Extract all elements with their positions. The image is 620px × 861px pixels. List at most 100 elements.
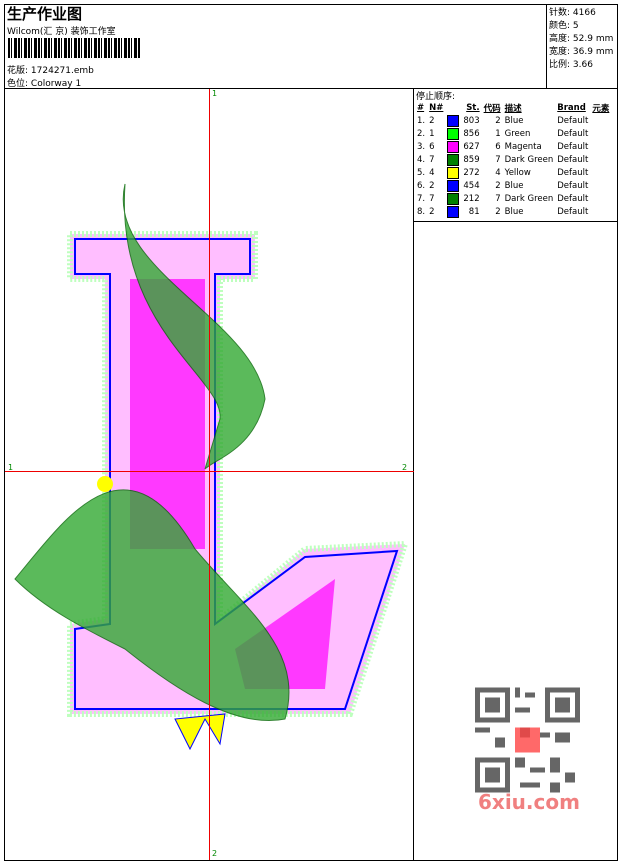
- needle-number: 2: [429, 180, 435, 191]
- color-description: Green: [504, 128, 531, 139]
- row-index: 8.: [417, 206, 426, 217]
- horizontal-center-line: [5, 471, 414, 472]
- table-row: 7. 7 212 7 Dark Green Default: [415, 192, 611, 205]
- brand: Default: [557, 193, 589, 204]
- column-header: N#: [429, 102, 444, 113]
- production-worksheet: 生产作业图 Wilcom(汇 京) 装饰工作室 花版: 1724271.emb …: [0, 0, 620, 861]
- color-code: 7: [495, 154, 501, 165]
- brand: Default: [557, 154, 589, 165]
- color-swatch: [447, 114, 460, 127]
- brand: Default: [557, 141, 589, 152]
- row-index: 2.: [417, 128, 426, 139]
- letter-l-design: [14, 183, 410, 751]
- needle-number: 2: [429, 206, 435, 217]
- column-header: [445, 101, 461, 114]
- stat-row: 针数: 4166: [549, 5, 596, 18]
- vertical-center-line: [209, 89, 210, 860]
- color-description: Blue: [504, 180, 524, 191]
- design-label: 花版:: [7, 66, 29, 76]
- needle-number: 7: [429, 193, 435, 204]
- stat-value: 4166: [572, 8, 596, 18]
- stitch-count: 272: [463, 167, 480, 178]
- needle-number: 4: [429, 167, 435, 178]
- page-title: 生产作业图: [7, 5, 83, 23]
- column-header: 元素: [592, 103, 610, 114]
- qr-code: [470, 680, 585, 800]
- stitch-count: 212: [463, 193, 480, 204]
- color-code: 7: [495, 193, 501, 204]
- column-header: St.: [466, 102, 480, 113]
- color-code: 6: [495, 141, 501, 152]
- stitch-count: 81: [468, 206, 480, 217]
- stat-label: 宽度:: [549, 47, 571, 57]
- needle-number: 7: [429, 154, 435, 165]
- watermark-logo: 6xiu.com: [478, 790, 580, 814]
- column-header: Brand: [557, 102, 586, 113]
- column-header: 代码: [483, 103, 501, 114]
- color-description: Dark Green: [504, 154, 554, 165]
- table-row: 3. 6 627 6 Magenta Default: [415, 140, 611, 153]
- barcode: [8, 38, 140, 58]
- color-swatch: [447, 140, 460, 153]
- stat-value: 36.9 mm: [572, 47, 614, 57]
- row-index: 5.: [417, 167, 426, 178]
- stitch-count: 454: [463, 180, 480, 191]
- brand: Default: [557, 206, 589, 217]
- stat-label: 高度:: [549, 34, 571, 44]
- column-header: #: [417, 102, 425, 113]
- color-description: Yellow: [504, 167, 531, 178]
- row-index: 3.: [417, 141, 426, 152]
- row-index: 4.: [417, 154, 426, 165]
- stat-label: 比例:: [549, 60, 571, 70]
- row-index: 7.: [417, 193, 426, 204]
- needle-number: 1: [429, 128, 435, 139]
- axis-top-label: 1: [212, 89, 218, 98]
- needle-number: 2: [429, 115, 435, 126]
- color-code: 1: [495, 128, 501, 139]
- color-code: 2: [495, 115, 501, 126]
- stop-sequence-table: # N# St. 代码 描述 Brand 元素 1. 2 803 2 Blue Defaul…: [415, 101, 611, 218]
- stat-value: 5: [572, 21, 579, 31]
- table-row: 2. 1 856 1 Green Default: [415, 127, 611, 140]
- brand: Default: [557, 128, 589, 139]
- colorway-value: Colorway 1: [30, 79, 82, 89]
- stat-label: 颜色:: [549, 21, 571, 31]
- color-swatch: [447, 127, 460, 140]
- stat-value: 3.66: [572, 60, 593, 70]
- column-header: 描述: [504, 103, 522, 114]
- stat-row: 颜色: 5: [549, 18, 579, 31]
- color-description: Dark Green: [504, 193, 554, 204]
- color-description: Magenta: [504, 141, 542, 152]
- design-file: 1724271.emb: [30, 66, 94, 76]
- color-code: 2: [495, 206, 501, 217]
- color-code: 2: [495, 180, 501, 191]
- stat-row: 比例: 3.66: [549, 57, 593, 70]
- stat-row: 宽度: 36.9 mm: [549, 44, 613, 57]
- brand: Default: [557, 115, 589, 126]
- stitch-count: 627: [463, 141, 480, 152]
- stat-row: 高度: 52.9 mm: [549, 31, 613, 44]
- table-row: 5. 4 272 4 Yellow Default: [415, 166, 611, 179]
- needle-number: 6: [429, 141, 435, 152]
- stat-value: 52.9 mm: [572, 34, 614, 44]
- color-swatch: [447, 153, 460, 166]
- brand: Default: [557, 180, 589, 191]
- table-row: 6. 2 454 2 Blue Default: [415, 179, 611, 192]
- stitch-count: 803: [463, 115, 480, 126]
- stitch-count: 859: [463, 154, 480, 165]
- yellow-accent: [174, 713, 226, 751]
- colorway-label: 色位:: [7, 79, 29, 89]
- stitch-count: 856: [463, 128, 480, 139]
- table-row: 8. 2 81 2 Blue Default: [415, 205, 611, 218]
- row-index: 1.: [417, 115, 426, 126]
- axis-left-label: 1: [8, 463, 14, 472]
- color-description: Blue: [504, 115, 524, 126]
- color-swatch: [447, 192, 460, 205]
- color-swatch: [447, 166, 460, 179]
- table-row: 4. 7 859 7 Dark Green Default: [415, 153, 611, 166]
- table-row: 1. 2 803 2 Blue Default: [415, 114, 611, 127]
- company-name: Wilcom(汇 京) 装饰工作室: [7, 27, 116, 37]
- stat-label: 针数:: [549, 8, 571, 18]
- yellow-accent-2: [97, 476, 113, 492]
- brand: Default: [557, 167, 589, 178]
